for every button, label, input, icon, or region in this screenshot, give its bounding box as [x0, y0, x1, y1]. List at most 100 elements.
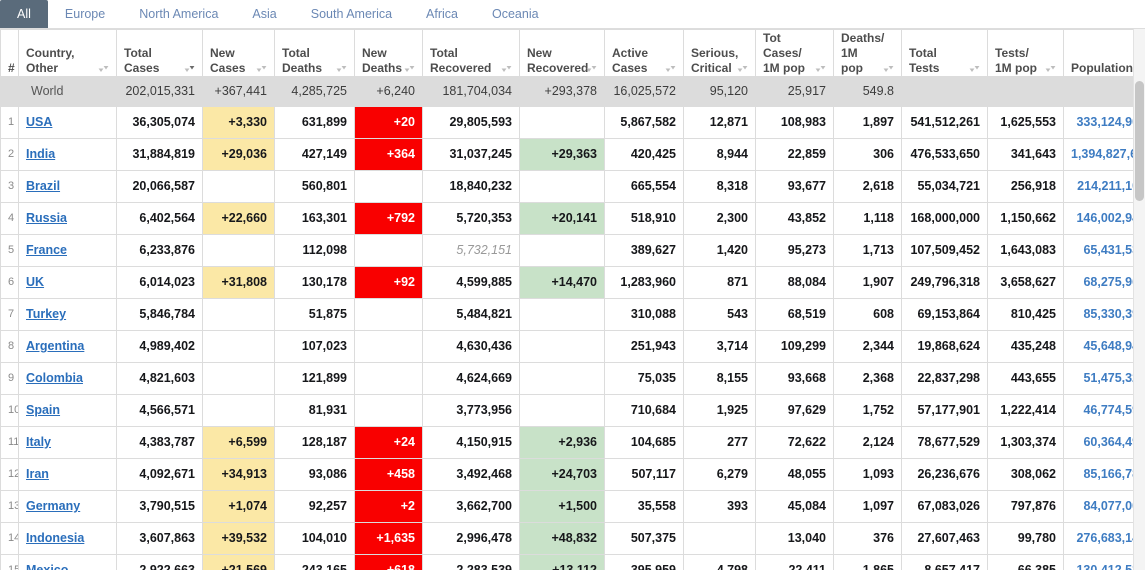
column-header-country[interactable]: Country, Other [18, 29, 117, 77]
country-link[interactable]: USA [26, 115, 52, 129]
column-header-totalrec[interactable]: Total Recovered [422, 29, 520, 77]
cell-totalrec: 3,492,468 [422, 458, 520, 491]
cell-totalrec: 5,484,821 [422, 298, 520, 331]
cell-activecases: 507,375 [604, 522, 684, 555]
cell-activecases: 251,943 [604, 330, 684, 363]
cell-casesper1m: 93,668 [755, 362, 834, 395]
cell-totaldeaths: 128,187 [274, 426, 355, 459]
cell-newcases: +367,441 [202, 76, 275, 107]
cell-totalrec: 2,283,539 [422, 554, 520, 570]
country-link[interactable]: Iran [26, 467, 49, 481]
country-link[interactable]: Indonesia [26, 531, 84, 545]
cell-totalrec: 4,150,915 [422, 426, 520, 459]
column-header-totalcases[interactable]: Total Cases [116, 29, 203, 77]
cell-newdeaths: +24 [354, 426, 423, 459]
column-header-label: Total Recovered [430, 46, 512, 76]
cell-totaldeaths: 112,098 [274, 234, 355, 267]
column-header-newrec[interactable]: New Recovered [519, 29, 605, 77]
tab-asia[interactable]: Asia [235, 0, 293, 28]
cell-num: 3 [0, 170, 19, 203]
country-link[interactable]: India [26, 147, 55, 161]
cell-serious: 1,925 [683, 394, 756, 427]
cell-country: Turkey [18, 298, 117, 331]
column-header-num[interactable]: # [0, 29, 19, 77]
cell-country: Italy [18, 426, 117, 459]
column-header-activecases[interactable]: Active Cases [604, 29, 684, 77]
tab-all[interactable]: All [0, 0, 48, 28]
cell-totaltests: 8,657,417 [901, 554, 988, 570]
tab-north-america[interactable]: North America [122, 0, 235, 28]
tab-oceania[interactable]: Oceania [475, 0, 556, 28]
country-link[interactable]: Brazil [26, 179, 60, 193]
header-line-2: Tests [909, 61, 940, 75]
tab-africa[interactable]: Africa [409, 0, 475, 28]
cell-newcases [202, 170, 275, 203]
sort-icon[interactable] [737, 63, 748, 75]
country-link[interactable]: Spain [26, 403, 60, 417]
table-header: # Country, Other Total Cases New Cases Total Dea… [0, 29, 1145, 77]
cell-totalcases: 202,015,331 [116, 76, 203, 107]
country-link[interactable]: Italy [26, 435, 51, 449]
sort-icon[interactable] [815, 63, 826, 75]
cell-newcases: +39,532 [202, 522, 275, 555]
column-header-testsper1m[interactable]: Tests/1M pop [987, 29, 1064, 77]
sort-icon[interactable] [1045, 63, 1056, 75]
sort-icon[interactable] [586, 63, 597, 75]
sort-icon[interactable] [665, 63, 676, 75]
country-link[interactable]: France [26, 243, 67, 257]
sort-icon[interactable] [883, 63, 894, 75]
sort-icon[interactable] [256, 63, 267, 75]
cell-totalcases: 4,989,402 [116, 330, 203, 363]
cell-newcases: +3,330 [202, 106, 275, 139]
country-link[interactable]: Germany [26, 499, 80, 513]
column-header-newcases[interactable]: New Cases [202, 29, 275, 77]
column-header-label: # [8, 61, 15, 75]
cell-newcases: +21,569 [202, 554, 275, 570]
country-link[interactable]: Argentina [26, 339, 84, 353]
cell-country: UK [18, 266, 117, 299]
tab-europe[interactable]: Europe [48, 0, 122, 28]
cell-newcases [202, 330, 275, 363]
tab-south-america[interactable]: South America [294, 0, 409, 28]
cell-casesper1m: 13,040 [755, 522, 834, 555]
cell-activecases: 395,959 [604, 554, 684, 570]
country-link[interactable]: UK [26, 275, 44, 289]
cell-newdeaths: +1,635 [354, 522, 423, 555]
sort-icon[interactable] [184, 63, 195, 75]
cell-newrec: +14,470 [519, 266, 605, 299]
cell-deathsper1m: 306 [833, 138, 902, 171]
header-line-2: Deaths [362, 61, 403, 75]
sort-icon[interactable] [98, 63, 109, 75]
country-link[interactable]: Turkey [26, 307, 66, 321]
cell-casesper1m: 88,084 [755, 266, 834, 299]
cell-newdeaths: +20 [354, 106, 423, 139]
column-header-label: Active Cases [612, 46, 676, 76]
sort-icon[interactable] [404, 63, 415, 75]
column-header-totaldeaths[interactable]: Total Deaths [274, 29, 355, 77]
column-header-serious[interactable]: Serious, Critical [683, 29, 756, 77]
cell-activecases: 35,558 [604, 490, 684, 523]
sort-icon[interactable] [501, 63, 512, 75]
sort-icon[interactable] [969, 63, 980, 75]
column-header-casesper1m[interactable]: Tot Cases/1M pop [755, 29, 834, 77]
cell-totalrec: 2,996,478 [422, 522, 520, 555]
column-header-newdeaths[interactable]: New Deaths [354, 29, 423, 77]
cell-serious: 393 [683, 490, 756, 523]
country-link[interactable]: Mexico [26, 563, 68, 570]
header-line-2: Cases [210, 61, 246, 75]
cell-newdeaths [354, 362, 423, 395]
cell-totaltests: 541,512,261 [901, 106, 988, 139]
cell-newcases: +1,074 [202, 490, 275, 523]
column-header-totaltests[interactable]: Total Tests [901, 29, 988, 77]
country-link[interactable]: Russia [26, 211, 67, 225]
country-link[interactable]: Colombia [26, 371, 83, 385]
cell-totaldeaths: 81,931 [274, 394, 355, 427]
cell-totalcases: 3,607,863 [116, 522, 203, 555]
sort-icon[interactable] [336, 63, 347, 75]
cell-testsper1m: 308,062 [987, 458, 1064, 491]
scrollbar-thumb[interactable] [1135, 81, 1144, 201]
cell-testsper1m: 1,222,414 [987, 394, 1064, 427]
cell-totaldeaths: 4,285,725 [274, 76, 355, 107]
vertical-scrollbar[interactable] [1133, 29, 1145, 570]
column-header-deathsper1m[interactable]: Deaths/1M pop [833, 29, 902, 77]
